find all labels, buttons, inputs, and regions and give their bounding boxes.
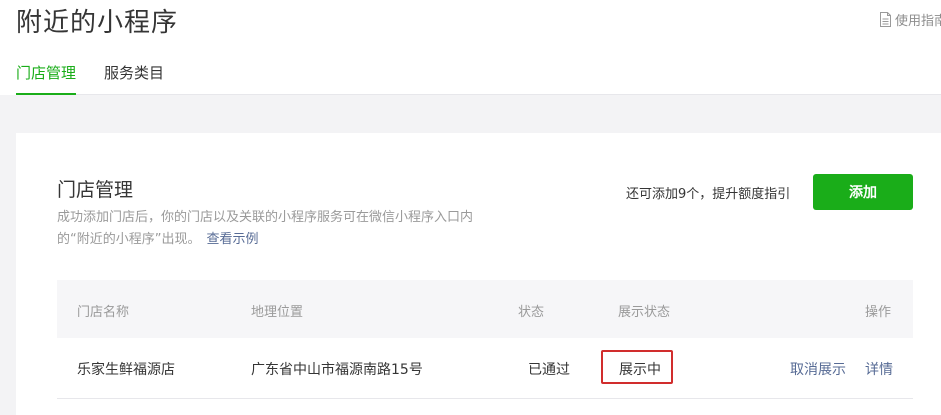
view-example-link[interactable]: 查看示例 [206,232,258,247]
description-text: 成功添加门店后，你的门店以及关联的小程序服务可在微信小程序入口内的“附近的小程序… [57,210,474,247]
page-title: 附近的小程序 [16,8,179,38]
column-header-actions: 操作 [865,305,892,320]
column-header-location: 地理位置 [251,305,304,320]
guide-link[interactable]: 使用指南 [879,10,941,29]
column-header-store-name: 门店名称 [77,305,130,320]
cancel-display-link[interactable]: 取消展示 [790,359,846,379]
display-status-highlight: 展示中 [601,350,673,384]
document-icon [879,12,892,27]
review-status: 已通过 [528,362,570,378]
column-header-status: 状态 [518,305,545,320]
details-link[interactable]: 详情 [865,359,893,379]
display-status: 展示中 [619,362,661,378]
card-title: 门店管理 [57,179,134,201]
table-row: 乐家生鲜福源店 广东省中山市福源南路15号 已通过 展示中 取消展示 详情 [57,338,913,399]
quota-text[interactable]: 还可添加9个，提升额度指引 [626,183,790,202]
store-name: 乐家生鲜福源店 [77,362,175,378]
card-description: 成功添加门店后，你的门店以及关联的小程序服务可在微信小程序入口内的“附近的小程序… [57,207,487,251]
store-management-card: 门店管理 成功添加门店后，你的门店以及关联的小程序服务可在微信小程序入口内的“附… [16,133,941,415]
tab-service-category[interactable]: 服务类目 [104,62,164,83]
tab-bar: 门店管理 服务类目 [16,56,941,95]
column-header-display-status: 展示状态 [618,305,671,320]
add-store-button[interactable]: 添加 [813,174,913,210]
tab-store-management[interactable]: 门店管理 [16,62,77,95]
guide-label: 使用指南 [895,14,941,29]
store-location: 广东省中山市福源南路15号 [251,362,423,378]
table-header: 门店名称 地理位置 状态 展示状态 操作 [57,280,913,338]
